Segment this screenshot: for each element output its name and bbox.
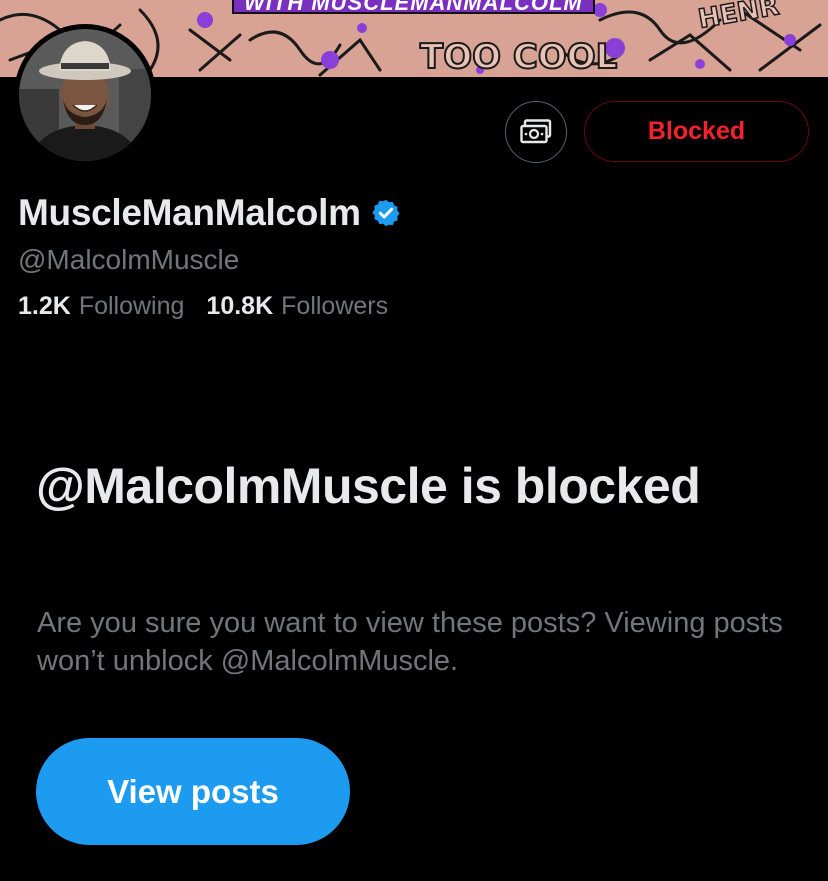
followers-count: 10.8K — [206, 292, 274, 320]
avatar-image — [19, 29, 151, 161]
followers-label: Followers — [281, 292, 389, 320]
avatar[interactable] — [14, 24, 156, 166]
verified-badge-icon[interactable] — [371, 198, 401, 228]
banner-title: WITH MUSCLEMANMALCOLM — [232, 0, 595, 15]
money-icon — [520, 119, 552, 144]
user-handle: @MalcolmMuscle — [18, 244, 240, 275]
blocked-button[interactable]: Blocked — [584, 101, 809, 162]
following-label: Following — [78, 292, 185, 320]
view-posts-button[interactable]: View posts — [36, 738, 350, 845]
profile-page: TOO COOL HENR WITH MUSCLEMANMALCOLM Bloc… — [0, 0, 828, 881]
display-name: MuscleManMalcolm — [18, 192, 361, 233]
tip-button[interactable] — [505, 101, 567, 163]
following-link[interactable]: 1.2K Following — [18, 292, 184, 321]
blocked-heading: @MalcolmMuscle is blocked — [36, 458, 701, 514]
svg-text:TOO COOL: TOO COOL — [420, 37, 617, 77]
blocked-description: Are you sure you want to view these post… — [37, 607, 783, 677]
follow-stats: 1.2K Following 10.8K Followers — [18, 292, 388, 321]
display-name-row: MuscleManMalcolm — [18, 190, 401, 236]
following-count: 1.2K — [18, 292, 71, 320]
followers-link[interactable]: 10.8K Followers — [206, 292, 388, 321]
